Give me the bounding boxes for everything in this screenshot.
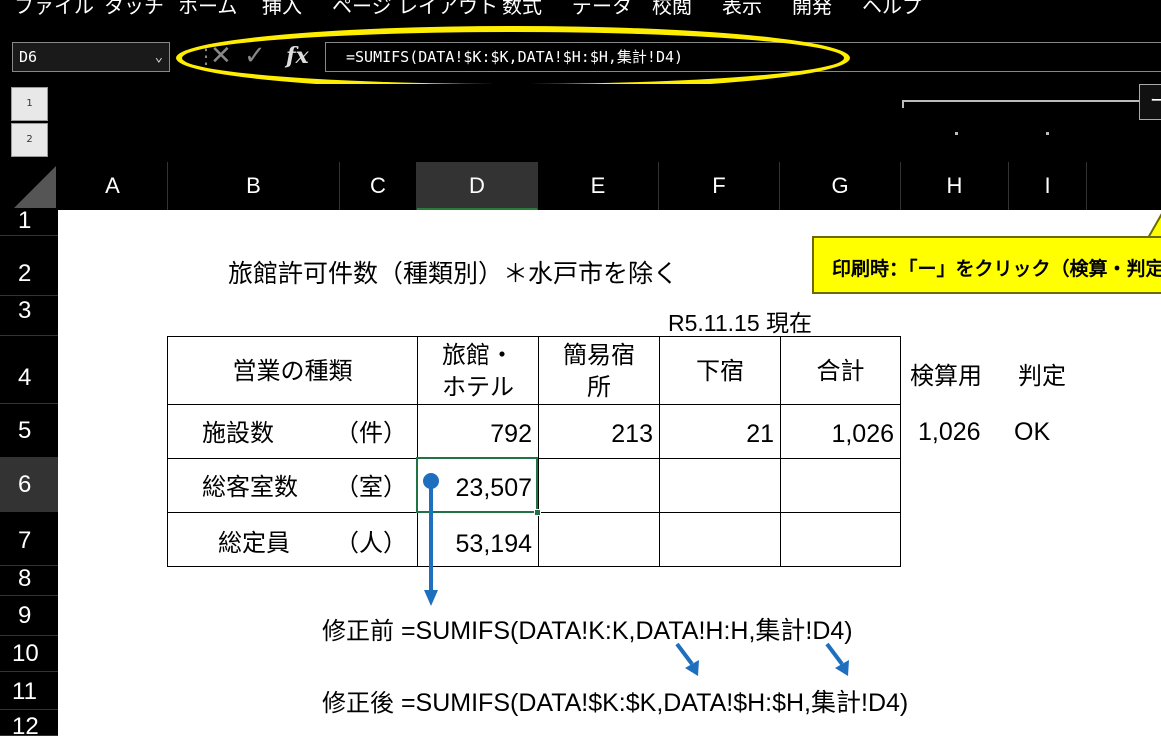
table-cell[interactable]: 21 [659,404,781,459]
table-cell[interactable] [538,512,660,567]
row-header-4[interactable]: 4 [0,336,58,404]
table-cell[interactable] [780,458,901,513]
menu-file[interactable]: ファイル [14,0,94,19]
table-row-label[interactable]: 総客室数 （室） [167,458,418,513]
table-cell[interactable]: 53,194 [417,512,539,567]
table-header-type[interactable]: 営業の種類 [167,336,418,405]
row-unit-text: （室） [335,473,407,501]
table-cell[interactable]: 792 [417,404,539,459]
table-row-label[interactable]: 施設数 （件） [167,404,418,459]
outline-area [0,84,1161,162]
table-header-total-label: 合計 [816,356,865,385]
highlight-ellipse [176,26,850,90]
formula-after[interactable]: 修正後 =SUMIFS(DATA!$K:$K,DATA!$H:$H,集計!D4) [322,683,908,719]
report-title[interactable]: 旅館許可件数（種類別）＊水戸市を除く [228,254,678,290]
row-header-3[interactable]: 3 [0,296,58,336]
table-cell[interactable] [659,512,781,567]
column-header-j[interactable]: J [1087,162,1161,210]
table-header-ryokan-line2: ホテル [442,372,514,401]
table-header-kan-line1: 簡易宿 [563,340,635,369]
outline-dot [955,132,958,135]
row-label-text: 施設数 [202,419,274,447]
name-box[interactable]: D6 ⌄ [12,42,170,72]
row-header-11[interactable]: 11 [0,672,58,710]
print-note-callout[interactable]: 印刷時：「ー」をクリック（検算・判定 [812,236,1161,294]
chevron-down-icon[interactable]: ⌄ [155,43,163,71]
row-header-7[interactable]: 7 [0,512,58,566]
outline-collapse-button[interactable]: ー [1139,84,1161,120]
table-header-ryokan-line1: 旅館・ [442,340,514,369]
table-header-type-label: 営業の種類 [232,356,353,385]
column-header-b[interactable]: B [168,162,340,210]
row-unit-text: （件） [335,419,407,447]
column-header-i[interactable]: I [1009,162,1087,210]
column-header-c[interactable]: C [340,162,417,210]
outline-level-2-button[interactable]: 2 [11,123,48,157]
outline-group-line [902,100,1142,102]
judge-value[interactable]: OK [1014,418,1050,447]
table-header-geshuku-label: 下宿 [696,356,744,385]
outline-group-tick [902,100,904,108]
table-cell[interactable]: 213 [538,404,660,459]
formula-before-label: 修正前 [322,617,394,645]
select-all-corner[interactable] [0,162,58,210]
row-header-5[interactable]: 5 [0,404,58,458]
check-header[interactable]: 検算用 [910,356,982,391]
row-label-text: 総定員 [218,529,290,557]
formula-before[interactable]: 修正前 =SUMIFS(DATA!K:K,DATA!H:H,集計!D4) [322,611,853,647]
menu-formulas[interactable]: 数式 [502,0,542,19]
menu-data[interactable]: データ [572,0,632,19]
row-header-8[interactable]: 8 [0,566,58,596]
active-cell-outline[interactable] [416,457,538,513]
formula-before-text: =SUMIFS(DATA!K:K,DATA!H:H,集計!D4) [400,617,853,645]
report-date[interactable]: R5.11.15 現在 [668,304,812,338]
menu-home[interactable]: ホーム [178,0,237,19]
row-header-6[interactable]: 6 [0,458,58,512]
name-box-value: D6 [19,48,38,66]
table-header-geshuku[interactable]: 下宿 [659,336,781,405]
table-cell[interactable] [538,458,660,513]
table-header-total[interactable]: 合計 [780,336,901,405]
row-label-text: 総客室数 [202,473,298,501]
check-value[interactable]: 1,026 [918,418,981,447]
column-header-g[interactable]: G [780,162,901,210]
table-cell[interactable] [780,512,901,567]
judge-header[interactable]: 判定 [1018,356,1066,391]
callout-pointer [1146,213,1161,239]
column-header-f[interactable]: F [659,162,780,210]
fill-handle[interactable] [534,509,541,516]
menu-developer[interactable]: 開発 [792,0,832,19]
column-header-d[interactable]: D [417,162,538,210]
table-header-kan[interactable]: 簡易宿 所 [538,336,660,405]
outline-level-1-button[interactable]: 1 [11,87,48,121]
row-header-2[interactable]: 2 [0,236,58,296]
menu-view[interactable]: 表示 [722,0,762,19]
menu-help[interactable]: ヘルプ [862,0,922,19]
row-header-12[interactable]: 12 [0,710,58,736]
menu-page-layout[interactable]: ページ レイアウト [332,0,498,19]
row-header-10[interactable]: 10 [0,636,58,672]
table-header-ryokan[interactable]: 旅館・ ホテル [417,336,539,405]
column-header-e[interactable]: E [538,162,659,210]
column-header-h[interactable]: H [901,162,1009,210]
row-header-1[interactable]: 1 [0,210,58,236]
menu-touch[interactable]: タッチ [104,0,164,19]
table-header-kan-line2: 所 [587,372,611,401]
menu-insert[interactable]: 挿入 [262,0,302,19]
menu-review[interactable]: 校閲 [652,0,692,19]
outline-dot [1046,132,1049,135]
column-header-a[interactable]: A [58,162,168,210]
formula-after-text: =SUMIFS(DATA!$K:$K,DATA!$H:$H,集計!D4) [400,689,909,717]
row-unit-text: （人） [335,529,407,557]
table-cell[interactable] [659,458,781,513]
row-header-9[interactable]: 9 [0,596,58,636]
formula-after-label: 修正後 [322,689,394,717]
table-row-label[interactable]: 総定員 （人） [167,512,418,567]
table-cell[interactable]: 1,026 [780,404,901,459]
